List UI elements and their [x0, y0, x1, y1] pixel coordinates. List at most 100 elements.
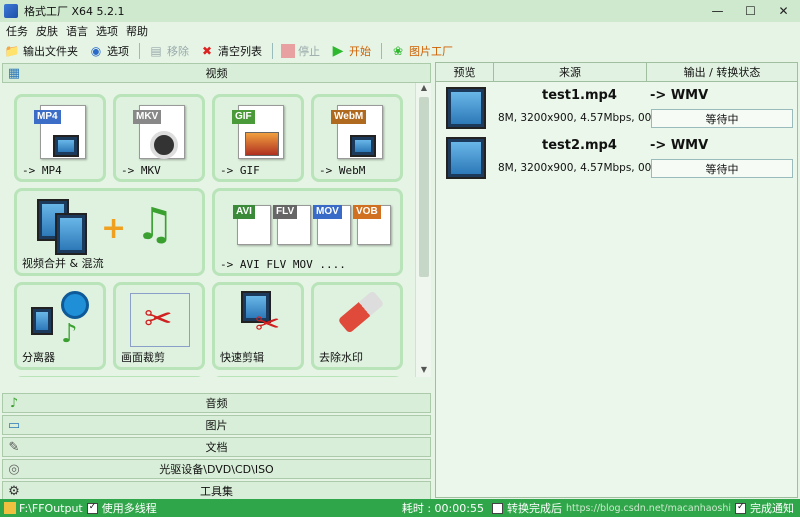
output-folder-label: 输出文件夹 [23, 45, 78, 58]
tile-mp4[interactable]: MP4 -> MP4 [14, 94, 106, 182]
stop-button[interactable]: 停止 [281, 43, 320, 59]
menu-skin[interactable]: 皮肤 [36, 23, 58, 39]
task-list-header: 预览 来源 输出 / 转换状态 [436, 63, 797, 82]
picture-icon: ▭ [7, 417, 21, 433]
tile-quick-clip[interactable]: ✂ 快速剪辑 [212, 282, 304, 370]
picture-factory-button[interactable]: ❀ 图片工厂 [390, 43, 453, 59]
merge-film-icon-front [55, 213, 87, 255]
scissors-icon: ✂ [144, 299, 173, 339]
category-toolbox[interactable]: ⚙ 工具集 [2, 481, 431, 501]
watermark-text: https://blog.csdn.net/macanhaoshi [565, 502, 731, 514]
output-folder-icon[interactable] [4, 502, 16, 514]
multithread-checkbox[interactable] [86, 502, 98, 514]
category-picture[interactable]: ▭ 图片 [2, 415, 431, 435]
toolbar-separator [139, 43, 140, 59]
video-grid-scrollbar[interactable]: ▲ ▼ [415, 83, 431, 377]
task-source-file: test1.mp4 [542, 88, 617, 103]
mkv-badge: MKV [133, 110, 162, 124]
minimize-button[interactable]: — [701, 0, 734, 22]
tile-crop[interactable]: ✂ 画面裁剪 [113, 282, 205, 370]
gif-image-icon [245, 132, 279, 156]
document-icon: ✎ [8, 439, 20, 455]
mp4-badge: MP4 [34, 110, 61, 124]
reel-icon [61, 291, 89, 319]
tile-splitter-label: 分离器 [22, 351, 55, 364]
tile-remove-watermark-label: 去除水印 [319, 351, 363, 364]
disc-icon: ◎ [8, 461, 20, 477]
options-label: 选项 [107, 45, 129, 58]
task-row[interactable]: test2.mp4 -> WMV 8M, 3200x900, 4.57Mbps,… [436, 135, 799, 182]
window-controls: — ☐ ✕ [701, 0, 800, 22]
webm-badge: WebM [331, 110, 367, 124]
scrollbar-thumb[interactable] [419, 97, 429, 277]
remove-label: 移除 [167, 45, 189, 58]
picture-factory-icon: ❀ [392, 44, 404, 58]
splitter-film-icon [31, 307, 53, 335]
remove-button[interactable]: ▤ 移除 [148, 43, 189, 59]
tile-multi-format[interactable]: AVI FLV MOV VOB -> AVI FLV MOV .... [212, 188, 403, 276]
tile-mkv[interactable]: MKV -> MKV [113, 94, 205, 182]
maximize-button[interactable]: ☐ [734, 0, 767, 22]
column-output-status[interactable]: 输出 / 转换状态 [647, 63, 797, 81]
webm-film-icon [350, 135, 376, 157]
mp4-film-icon [53, 135, 79, 157]
category-toolbox-label: 工具集 [200, 485, 233, 498]
category-video[interactable]: ▦ 视频 [2, 63, 431, 83]
note-icon: ♪ [61, 319, 78, 349]
tile-partial[interactable] [212, 376, 403, 377]
options-button[interactable]: ◉ 选项 [88, 43, 129, 59]
tile-webm-label: -> WebM [319, 164, 366, 177]
folder-icon: 📁 [4, 44, 20, 58]
clear-list-button[interactable]: ✖ 清空列表 [199, 43, 262, 59]
remove-icon: ▤ [150, 44, 162, 58]
scroll-up-icon[interactable]: ▲ [416, 83, 431, 95]
tile-gif[interactable]: GIF -> GIF [212, 94, 304, 182]
tile-splitter[interactable]: ♪ 分离器 [14, 282, 106, 370]
category-picture-label: 图片 [205, 419, 228, 432]
output-folder-button[interactable]: 📁 输出文件夹 [4, 43, 78, 59]
menu-options[interactable]: 选项 [96, 23, 118, 39]
task-row[interactable]: test1.mp4 -> WMV 8M, 3200x900, 4.57Mbps,… [436, 85, 799, 132]
video-thumbnail-icon [446, 137, 486, 179]
close-button[interactable]: ✕ [767, 0, 800, 22]
tile-webm[interactable]: WebM -> WebM [311, 94, 403, 182]
menu-bar: 任务 皮肤 语言 选项 帮助 [0, 22, 800, 40]
mov-badge: MOV [313, 205, 342, 219]
start-label: 开始 [349, 45, 371, 58]
start-button[interactable]: ▶ 开始 [330, 43, 371, 59]
output-path[interactable]: F:\FFOutput [19, 502, 83, 515]
tile-remove-watermark[interactable]: 去除水印 [311, 282, 403, 370]
tile-mkv-label: -> MKV [121, 164, 161, 177]
category-disc[interactable]: ◎ 光驱设备\DVD\CD\ISO [2, 459, 431, 479]
menu-task[interactable]: 任务 [6, 23, 28, 39]
toolbar-separator [272, 43, 273, 59]
video-thumbnail-icon [446, 87, 486, 129]
after-convert-checkbox[interactable] [491, 502, 503, 514]
clear-icon: ✖ [201, 44, 213, 58]
column-source[interactable]: 来源 [494, 63, 647, 81]
tile-partial[interactable] [14, 376, 205, 377]
menu-language[interactable]: 语言 [66, 23, 88, 39]
play-icon: ▶ [332, 43, 344, 59]
notify-checkbox[interactable] [735, 502, 746, 514]
title-bar: 格式工厂 X64 5.2.1 — ☐ ✕ [0, 0, 800, 22]
plus-icon: + [101, 211, 127, 246]
category-document[interactable]: ✎ 文档 [2, 437, 431, 457]
menu-help[interactable]: 帮助 [126, 23, 148, 39]
task-source-file: test2.mp4 [542, 138, 617, 153]
task-status: 等待中 [651, 109, 793, 128]
options-icon: ◉ [90, 44, 102, 58]
app-icon [4, 4, 18, 18]
picture-factory-label: 图片工厂 [409, 45, 453, 58]
category-list: ♪ 音频 ▭ 图片 ✎ 文档 ◎ 光驱设备\DVD\CD\ISO ⚙ 工具集 [2, 393, 431, 501]
tile-merge[interactable]: + ♫ 视频合并 & 混流 [14, 188, 205, 276]
notify-label: 完成通知 [750, 502, 794, 515]
task-target-format: -> WMV [650, 88, 709, 103]
stop-label: 停止 [298, 45, 320, 58]
column-preview[interactable]: 预览 [436, 63, 494, 81]
tile-mp4-label: -> MP4 [22, 164, 62, 177]
toolbox-icon: ⚙ [8, 483, 20, 499]
category-audio[interactable]: ♪ 音频 [2, 393, 431, 413]
scroll-down-icon[interactable]: ▼ [416, 365, 431, 377]
audio-icon: ♪ [9, 395, 19, 411]
